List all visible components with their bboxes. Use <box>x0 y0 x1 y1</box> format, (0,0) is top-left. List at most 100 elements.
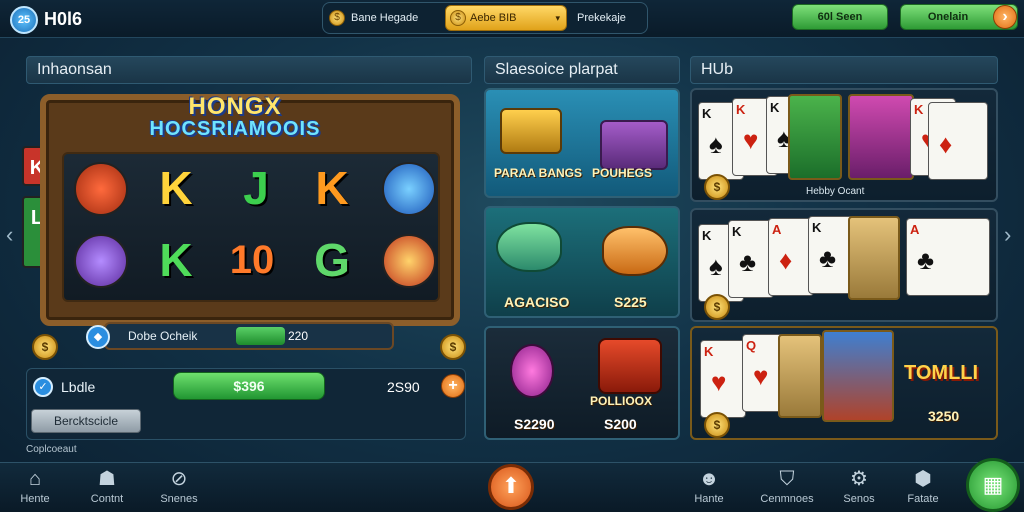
slot-title: HONGX HOCSRIAMOOIS <box>104 93 366 141</box>
nav-item-scenes[interactable]: ⊘ Snenes <box>144 467 214 505</box>
progress-fill <box>236 327 285 345</box>
coin-icon: $ <box>704 174 730 200</box>
hub-row3-price: 3250 <box>928 408 960 424</box>
pirate-label: POLLIOOX <box>590 394 653 408</box>
green-top-button[interactable]: 60l Seen <box>792 4 888 30</box>
coin-icon: $ <box>704 412 730 438</box>
card-art <box>848 94 914 180</box>
fish-icon <box>496 222 562 272</box>
check-icon[interactable]: ✓ <box>33 377 53 397</box>
hub-row-3[interactable]: K ♥ Q ♥ TOMLLI 3250 $ <box>690 326 998 440</box>
bet-value-label: $396 <box>233 378 265 394</box>
left-section-title: Inhaonsan <box>26 56 472 84</box>
user-icon: ☻ <box>698 468 720 490</box>
secondary-button-label: Bercktscicle <box>53 414 118 428</box>
helmet-symbol-icon <box>382 234 436 288</box>
coin-icon: $ <box>704 294 730 320</box>
gem-price: S2290 <box>514 416 555 432</box>
progress-label: Dobe Ocheik <box>128 329 198 343</box>
top-pill-group: $ Bane Hegade $ Aebe BIB ▾ Prekekaje <box>322 2 648 34</box>
card-art <box>822 330 894 422</box>
hub-row-2[interactable]: K ♠ K ♣ A ♦ K ♣ A ♣ $ <box>690 208 998 322</box>
gear-icon: ⚙ <box>850 468 868 490</box>
chevron-down-icon: ▾ <box>555 13 560 23</box>
pirate-icon <box>598 338 662 394</box>
coin-icon: $ <box>329 10 345 26</box>
hub-row3-logo: TOMLLI <box>904 362 979 384</box>
add-bet-icon[interactable]: + <box>441 374 465 398</box>
slot-title-line2: HOCSRIAMOOIS <box>149 118 321 140</box>
nav-item-contacts[interactable]: ☗ Contnt <box>72 467 142 505</box>
bet-amount: 2S90 <box>387 379 420 395</box>
top-bar: 25 H0l6 $ Bane Hegade $ Aebe BIB ▾ Preke… <box>0 0 1024 38</box>
fish-icon: ◆ <box>86 325 110 349</box>
compass-icon: ⊘ <box>170 468 188 490</box>
bet-label: Lbdle <box>61 379 96 395</box>
nav-item-community[interactable]: ⛉ Cenmnoes <box>752 467 822 505</box>
hub-row-1[interactable]: K♠ K♥ K♠ K♥ ♦ $ Hebby Ocant <box>690 88 998 202</box>
right-arrow-icon[interactable]: › <box>1004 222 1011 248</box>
nav-label: Hante <box>694 493 724 505</box>
progress-value: 220 <box>288 329 309 343</box>
nav-label: Senos <box>843 493 875 505</box>
nav-label: Cenmnoes <box>760 493 814 505</box>
reel-symbol: K <box>159 162 193 214</box>
green-top-button-label: 60l Seen <box>817 11 863 23</box>
gem-icon <box>510 344 554 398</box>
corner-menu-button[interactable]: ▦ <box>966 458 1020 512</box>
slot-reels[interactable]: K J K K 10 G <box>62 152 440 302</box>
playing-card: A ♣ <box>906 218 990 296</box>
reel-symbol: G <box>314 234 350 286</box>
arrow-up-icon: ⬆ <box>501 473 521 498</box>
hub-row-caption: Hebby Ocant <box>806 186 865 197</box>
logo-badge[interactable]: 25 <box>10 6 38 34</box>
card-art <box>778 334 822 418</box>
people-icon: ☗ <box>98 468 116 490</box>
grid-icon: ▦ <box>982 472 1004 497</box>
center-up-button[interactable]: ⬆ <box>488 464 534 510</box>
home-icon: ⌂ <box>28 468 42 490</box>
nav-item-settings[interactable]: ⚙ Senos <box>824 467 894 505</box>
nav-item-home[interactable]: ⌂ Hente <box>0 467 70 505</box>
treasure-tile[interactable]: PARAA BANGS POUHEGS <box>484 88 680 198</box>
coin-icon: $ <box>440 334 466 360</box>
pirate-symbol-icon <box>74 162 128 216</box>
treasure-right-label: POUHEGS <box>592 166 653 180</box>
nav-label: Contnt <box>90 493 124 505</box>
jewel-chest-icon <box>600 120 668 170</box>
nav-item-games[interactable]: ⬢ Fatate <box>888 467 958 505</box>
reel-symbol: K <box>315 162 349 214</box>
fish-left-label: AGACISO <box>504 294 570 310</box>
gem-pirate-tile[interactable]: POLLIOOX S2290 S200 <box>484 326 680 440</box>
reel-symbol: 10 <box>229 238 275 282</box>
slot-title-line1: HONGX <box>188 93 282 120</box>
middle-section-title: Slaesoice plarpat <box>484 56 680 84</box>
nav-item-profile[interactable]: ☻ Hante <box>674 467 744 505</box>
online-button-label: Onelain <box>927 11 969 23</box>
bonus-label[interactable]: Bane Hegade <box>351 12 418 24</box>
treasure-left-label: PARAA BANGS <box>494 166 583 180</box>
logo-text: H0l6 <box>44 9 83 29</box>
gold-currency-pill[interactable]: $ Aebe BIB ▾ <box>445 5 567 31</box>
creature-symbol-icon <box>74 234 128 288</box>
left-arrow-icon[interactable]: ‹ <box>6 222 13 248</box>
secondary-button[interactable]: Bercktscicle <box>31 409 141 433</box>
add-icon[interactable]: › <box>993 5 1017 29</box>
reel-symbol: J <box>243 162 269 214</box>
card-art <box>788 94 842 180</box>
shield-icon: ⛉ <box>779 468 795 490</box>
fish-right-price: S225 <box>614 294 647 310</box>
slot-progress-bar[interactable]: ◆ Dobe Ocheik 220 <box>86 322 394 350</box>
treasure-chest-icon <box>500 108 562 154</box>
pirate-price: S200 <box>604 416 637 432</box>
playing-card: ♦ <box>928 102 988 180</box>
footer-text: Coplcoeaut <box>26 444 77 455</box>
fish-tile[interactable]: AGACISO S225 <box>484 206 680 318</box>
playing-card: K♥ <box>700 340 746 418</box>
gamepad-icon: ⬢ <box>914 468 932 490</box>
nav-label: Hente <box>20 493 50 505</box>
right-section-title: HUb <box>690 56 998 84</box>
bet-value-button[interactable]: $396 <box>173 372 325 400</box>
coin-icon: $ <box>32 334 58 360</box>
profile-label[interactable]: Prekekaje <box>577 12 626 24</box>
